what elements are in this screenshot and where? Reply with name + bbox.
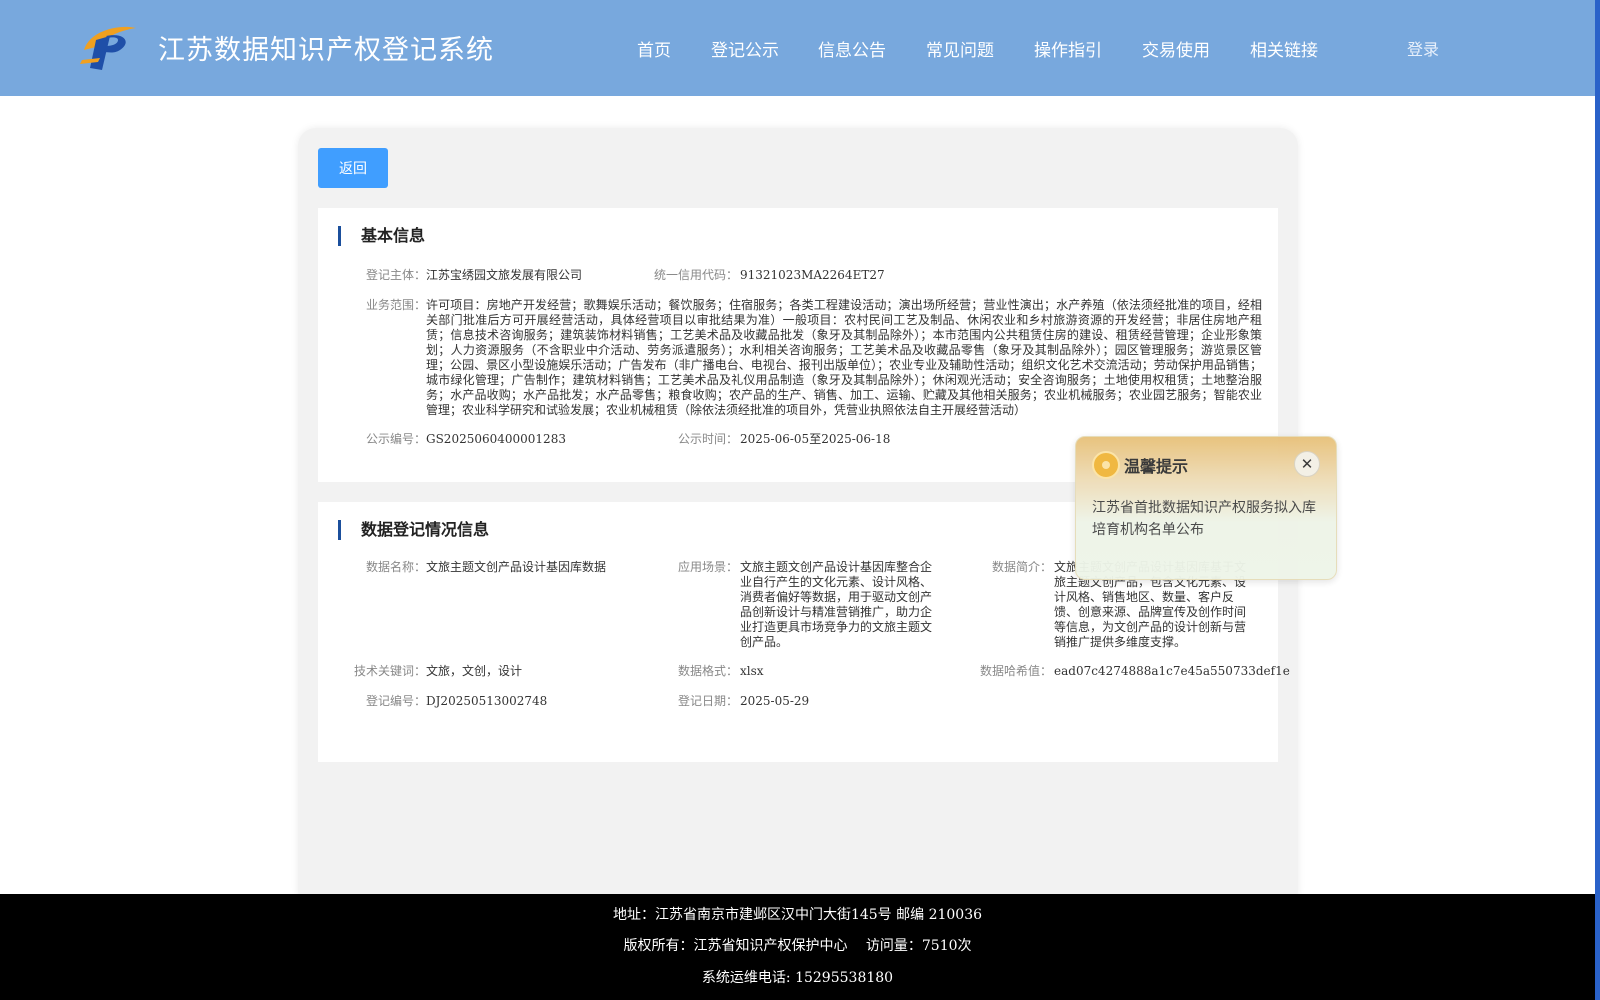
pub-time-value: 2025-06-05至2025-06-18 — [740, 432, 891, 446]
nav-registration-notice[interactable]: 登记公示 — [711, 36, 779, 61]
data-name-value: 文旅主题文创产品设计基因库数据 — [426, 560, 607, 574]
basic-info-title: 基本信息 — [338, 226, 425, 246]
pub-no-label: 公示编号： — [365, 432, 426, 446]
site-footer: 地址：江苏省南京市建邺区汉中门大街145号 邮编 210036 版权所有：江苏省… — [0, 894, 1595, 1000]
popup-title: 温馨提示 — [1124, 457, 1189, 476]
reg-no-label: 登记编号： — [365, 694, 426, 708]
bell-icon — [1092, 451, 1120, 479]
site-header: 江苏数据知识产权登记系统 首页 登记公示 信息公告 常见问题 操作指引 交易使用… — [0, 0, 1595, 96]
nav-transaction-use[interactable]: 交易使用 — [1142, 36, 1210, 61]
nav-operation-guide[interactable]: 操作指引 — [1034, 36, 1102, 61]
pub-time-label: 公示时间： — [677, 432, 738, 446]
login-link[interactable]: 登录 — [1407, 36, 1439, 60]
footer-copyright: 版权所有：江苏省知识产权保护中心 访问量：7510次 — [623, 938, 972, 954]
application-scene-label: 应用场景： — [677, 560, 738, 574]
popup-message-link[interactable]: 江苏省首批数据知识产权服务拟入库培育机构名单公布 — [1092, 497, 1324, 541]
footer-address: 地址：江苏省南京市建邺区汉中门大街145号 邮编 210036 — [612, 907, 983, 923]
keywords-value: 文旅，文创，设计 — [426, 664, 523, 678]
nav-home[interactable]: 首页 — [637, 36, 671, 61]
data-hash-label: 数据哈希值： — [979, 664, 1052, 678]
application-scene-value: 文旅主题文创产品设计基因库整合企业自行产生的文化元素、设计风格、消费者偏好等数据… — [740, 560, 933, 649]
credit-code-label: 统一信用代码： — [653, 268, 738, 282]
page-edge-bar — [1595, 0, 1600, 1000]
reg-date-label: 登记日期： — [677, 694, 738, 708]
nav-faq[interactable]: 常见问题 — [926, 36, 994, 61]
footer-phone: 系统运维电话: 15295538180 — [701, 970, 894, 986]
subject-label: 登记主体： — [365, 268, 426, 282]
data-intro-label: 数据简介： — [991, 560, 1052, 574]
reg-date-value: 2025-05-29 — [740, 694, 810, 708]
nav-info-announcement[interactable]: 信息公告 — [818, 36, 886, 61]
reg-no-value: DJ20250513002748 — [426, 694, 548, 708]
business-scope-label: 业务范围： — [365, 298, 426, 312]
notice-popup: 温馨提示 ✕ 江苏省首批数据知识产权服务拟入库培育机构名单公布 — [1075, 436, 1337, 580]
pub-no-value: GS2025060400001283 — [426, 432, 566, 446]
keywords-label: 技术关键词： — [353, 664, 426, 678]
close-icon[interactable]: ✕ — [1294, 451, 1320, 477]
subject-value: 江苏宝绣园文旅发展有限公司 — [426, 268, 583, 282]
site-title: 江苏数据知识产权登记系统 — [158, 35, 494, 66]
credit-code-value: 91321023MA2264ET27 — [740, 268, 885, 282]
back-button[interactable]: 返回 — [318, 148, 388, 188]
data-name-label: 数据名称： — [365, 560, 426, 574]
data-hash-value: ead07c4274888a1c7e45a550733def1e — [1054, 664, 1290, 678]
nav-related-links[interactable]: 相关链接 — [1250, 36, 1318, 61]
data-format-value: xlsx — [740, 664, 764, 678]
data-registration-title: 数据登记情况信息 — [338, 520, 489, 540]
business-scope-value: 许可项目：房地产开发经营；歌舞娱乐活动；餐饮服务；住宿服务；各类工程建设活动；演… — [426, 298, 1262, 417]
data-format-label: 数据格式： — [677, 664, 738, 678]
site-logo[interactable] — [80, 20, 138, 72]
